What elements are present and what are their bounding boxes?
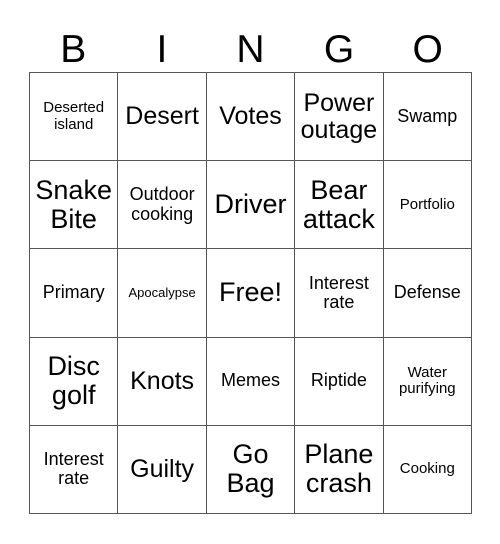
bingo-cell[interactable]: Primary	[30, 249, 119, 338]
bingo-cell-label: Water purifying	[398, 364, 456, 398]
bingo-cell[interactable]: Defense	[383, 249, 472, 338]
bingo-cell[interactable]: Interest rate	[295, 249, 384, 338]
bingo-cell-label: Go Bag	[226, 439, 275, 499]
bingo-cell[interactable]: Desert	[118, 73, 207, 162]
header-letter-i: I	[156, 28, 168, 71]
bingo-cell-label: Memes	[220, 370, 280, 391]
bingo-cell-label: Portfolio	[399, 195, 455, 213]
bingo-cell-label: Outdoor cooking	[129, 184, 195, 224]
bingo-cell-label: Bear attack	[302, 174, 375, 234]
bingo-cell-label: Riptide	[310, 370, 367, 391]
bingo-cell-label: Free!	[218, 277, 282, 308]
bingo-cell-label: Swamp	[397, 105, 458, 126]
bingo-cell[interactable]: Portfolio	[383, 161, 472, 250]
bingo-header: B I N G O	[29, 14, 472, 72]
header-letter-n: N	[236, 28, 265, 71]
bingo-cell-label: Interest rate	[308, 272, 369, 312]
bingo-card: B I N G O Deserted island Desert Votes Powe…	[0, 0, 500, 544]
bingo-cell[interactable]: Free!	[206, 249, 296, 338]
bingo-cell-label: Plane crash	[304, 439, 374, 499]
header-letter-b: B	[60, 28, 87, 71]
bingo-cell[interactable]: Deserted island	[30, 73, 119, 162]
bingo-cell[interactable]: Interest rate	[30, 425, 119, 514]
bingo-cell-label: Power outage	[300, 88, 378, 144]
bingo-cell-label: Guilty	[130, 454, 195, 483]
bingo-cell-label: Deserted island	[43, 99, 105, 133]
bingo-cell-label: Interest rate	[43, 448, 104, 489]
bingo-cell[interactable]: Votes	[206, 73, 296, 162]
bingo-cell[interactable]: Driver	[206, 161, 296, 250]
header-letter-g: G	[323, 28, 355, 71]
bingo-cell[interactable]: Riptide	[295, 337, 384, 426]
bingo-cell[interactable]: Plane crash	[295, 425, 384, 514]
bingo-cell-label: Desert	[125, 102, 199, 131]
bingo-cell-label: Defense	[393, 282, 461, 303]
bingo-cell-label: Snake Bite	[35, 174, 112, 234]
bingo-cell[interactable]: Disc golf	[30, 337, 119, 426]
bingo-cell[interactable]: Swamp	[383, 73, 472, 162]
header-letter-o: O	[412, 28, 443, 71]
bingo-grid: Deserted island Desert Votes Power outage Sw…	[29, 72, 472, 514]
bingo-cell-label: Primary	[42, 282, 105, 303]
bingo-cell[interactable]: Apocalypse	[118, 249, 207, 338]
bingo-cell[interactable]: Memes	[206, 337, 296, 426]
bingo-cell[interactable]: Cooking	[383, 425, 472, 514]
bingo-cell[interactable]: Water purifying	[383, 337, 472, 426]
bingo-cell[interactable]: Go Bag	[206, 425, 296, 514]
bingo-cell[interactable]: Knots	[118, 337, 207, 426]
bingo-cell-label: Apocalypse	[128, 284, 196, 300]
bingo-cell-label: Disc golf	[47, 351, 100, 411]
bingo-cell[interactable]: Bear attack	[295, 161, 384, 250]
bingo-cell[interactable]: Outdoor cooking	[118, 161, 207, 250]
bingo-cell-label: Votes	[219, 102, 282, 131]
bingo-cell-label: Driver	[214, 189, 287, 220]
bingo-cell-label: Knots	[130, 366, 195, 395]
bingo-cell[interactable]: Snake Bite	[30, 161, 119, 250]
bingo-cell[interactable]: Power outage	[295, 73, 384, 162]
bingo-cell-label: Cooking	[399, 460, 455, 478]
bingo-cell[interactable]: Guilty	[118, 425, 207, 514]
